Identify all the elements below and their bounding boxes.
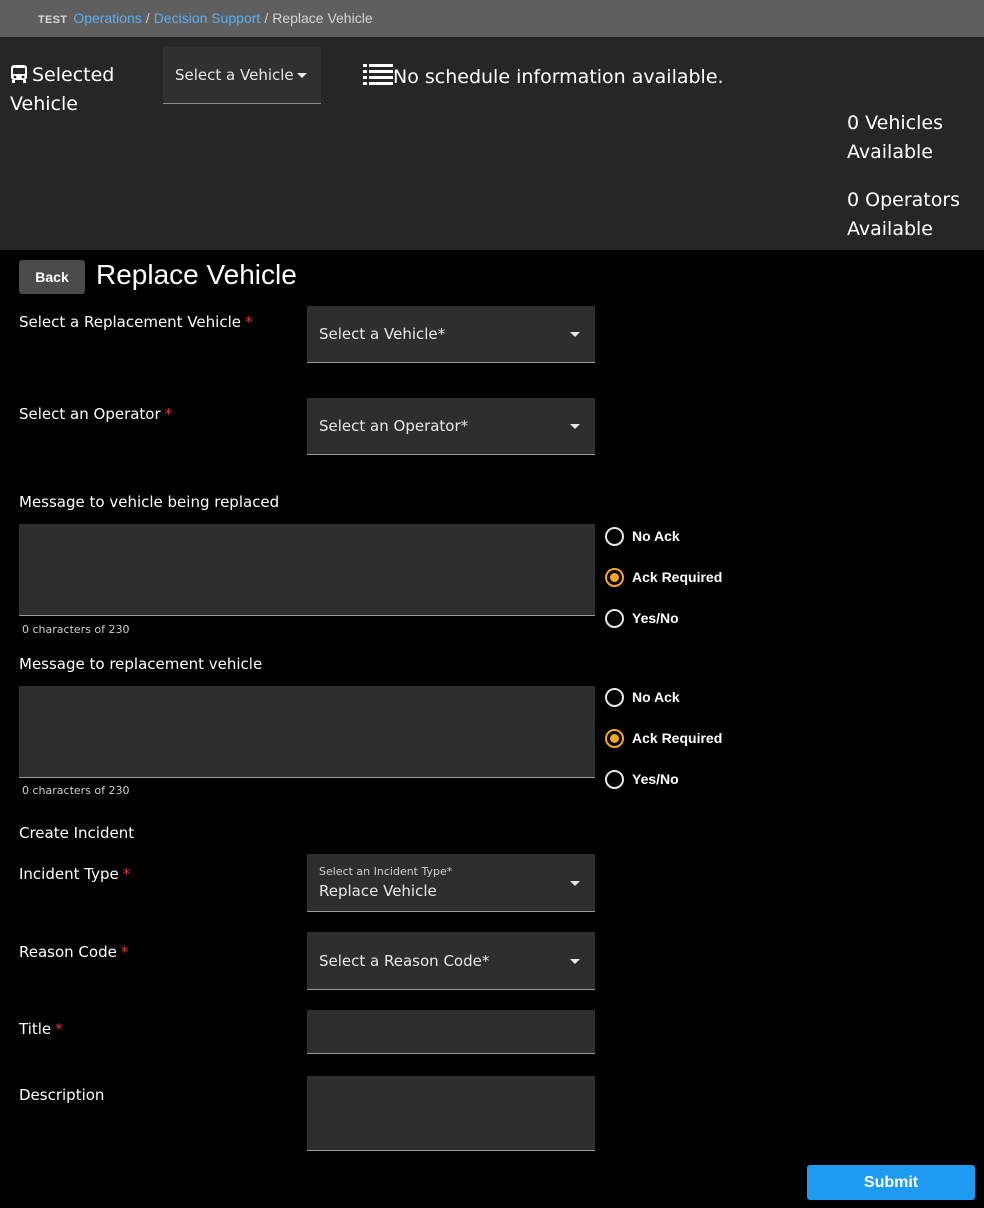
breadcrumb-separator: /	[264, 10, 269, 26]
message-replacement-counter: 0 characters of 230	[22, 784, 130, 797]
breadcrumb-operations[interactable]: Operations	[73, 10, 141, 26]
radio-label: Ack Required	[632, 730, 723, 746]
message-replacement-textarea[interactable]	[19, 686, 595, 778]
radio-label: Ack Required	[632, 569, 723, 585]
required-marker: *	[164, 405, 173, 423]
reason-code-label-text: Reason Code	[19, 943, 117, 961]
radio-selected-icon	[605, 568, 624, 587]
message-replacement-label: Message to replacement vehicle	[19, 655, 263, 673]
required-marker: *	[120, 943, 129, 961]
page-title: Replace Vehicle	[96, 259, 297, 290]
environment-badge: TEST	[38, 14, 68, 26]
incident-type-value: Replace Vehicle	[319, 882, 437, 900]
incident-type-label: Incident Type *	[19, 865, 130, 883]
radio-label: No Ack	[632, 528, 680, 544]
breadcrumb-bar: TEST Operations / Decision Support / Replace …	[0, 0, 984, 37]
vehicle-header-panel: Selected Vehicle Select a Vehicle No sch…	[0, 37, 984, 250]
operators-available: 0 Operators Available	[847, 189, 961, 240]
header-vehicle-select[interactable]: Select a Vehicle	[163, 47, 321, 104]
chevron-down-icon	[297, 73, 307, 78]
description-label: Description	[19, 1086, 105, 1104]
required-marker: *	[55, 1020, 63, 1038]
message-replaced-label: Message to vehicle being replaced	[19, 493, 280, 511]
bus-icon	[11, 65, 27, 83]
title-label: Title *	[19, 1020, 63, 1038]
operator-label: Select an Operator *	[19, 405, 172, 423]
back-button[interactable]: Back	[19, 260, 85, 294]
radio-circle-icon	[605, 688, 624, 707]
radio-circle-icon	[605, 527, 624, 546]
replacement-vehicle-label-text: Select a Replacement Vehicle	[19, 313, 241, 331]
breadcrumb-current: Replace Vehicle	[272, 10, 373, 26]
breadcrumb-decision-support[interactable]: Decision Support	[154, 10, 261, 26]
message-replaced-textarea[interactable]	[19, 524, 595, 616]
description-input[interactable]	[307, 1076, 595, 1151]
selected-vehicle-label: Selected Vehicle	[10, 61, 140, 119]
replacement-vehicle-label: Select a Replacement Vehicle *	[19, 313, 252, 331]
replacement-vehicle-placeholder: Select a Vehicle*	[319, 325, 446, 343]
reason-code-placeholder: Select a Reason Code*	[319, 952, 490, 970]
radio-label: No Ack	[632, 689, 680, 705]
header-vehicle-select-value: Select a Vehicle	[175, 66, 294, 84]
operator-label-text: Select an Operator	[19, 405, 161, 423]
breadcrumb: TEST Operations / Decision Support / Replace …	[38, 10, 373, 26]
radio-label: Yes/No	[632, 771, 679, 787]
breadcrumb-separator: /	[145, 10, 150, 26]
incident-type-label-text: Incident Type	[19, 865, 119, 883]
submit-button[interactable]: Submit	[807, 1165, 975, 1200]
reason-code-select[interactable]: Select a Reason Code*	[307, 932, 595, 990]
operator-select[interactable]: Select an Operator*	[307, 398, 595, 455]
radio-circle-icon	[605, 770, 624, 789]
schedule-info: No schedule information available.	[363, 63, 724, 88]
message-replaced-counter: 0 characters of 230	[22, 623, 130, 636]
radio-selected-icon	[605, 729, 624, 748]
chevron-down-icon	[570, 424, 580, 429]
replacement-vehicle-select[interactable]: Select a Vehicle*	[307, 306, 595, 363]
chevron-down-icon	[570, 959, 580, 964]
title-label-text: Title	[19, 1020, 52, 1038]
incident-type-select[interactable]: Select an Incident Type* Replace Vehicle	[307, 854, 595, 912]
list-icon	[363, 64, 393, 85]
radio-label: Yes/No	[632, 610, 679, 626]
required-marker: *	[244, 313, 253, 331]
required-marker: *	[122, 865, 131, 883]
vehicles-available: 0 Vehicles Available	[847, 112, 943, 163]
incident-type-floating-label: Select an Incident Type*	[319, 865, 453, 878]
create-incident-heading: Create Incident	[19, 824, 135, 842]
chevron-down-icon	[570, 332, 580, 337]
operator-placeholder: Select an Operator*	[319, 417, 469, 435]
reason-code-label: Reason Code *	[19, 943, 128, 961]
radio-circle-icon	[605, 609, 624, 628]
chevron-down-icon	[570, 881, 580, 886]
schedule-text: No schedule information available.	[393, 66, 724, 88]
title-input[interactable]	[307, 1010, 595, 1054]
